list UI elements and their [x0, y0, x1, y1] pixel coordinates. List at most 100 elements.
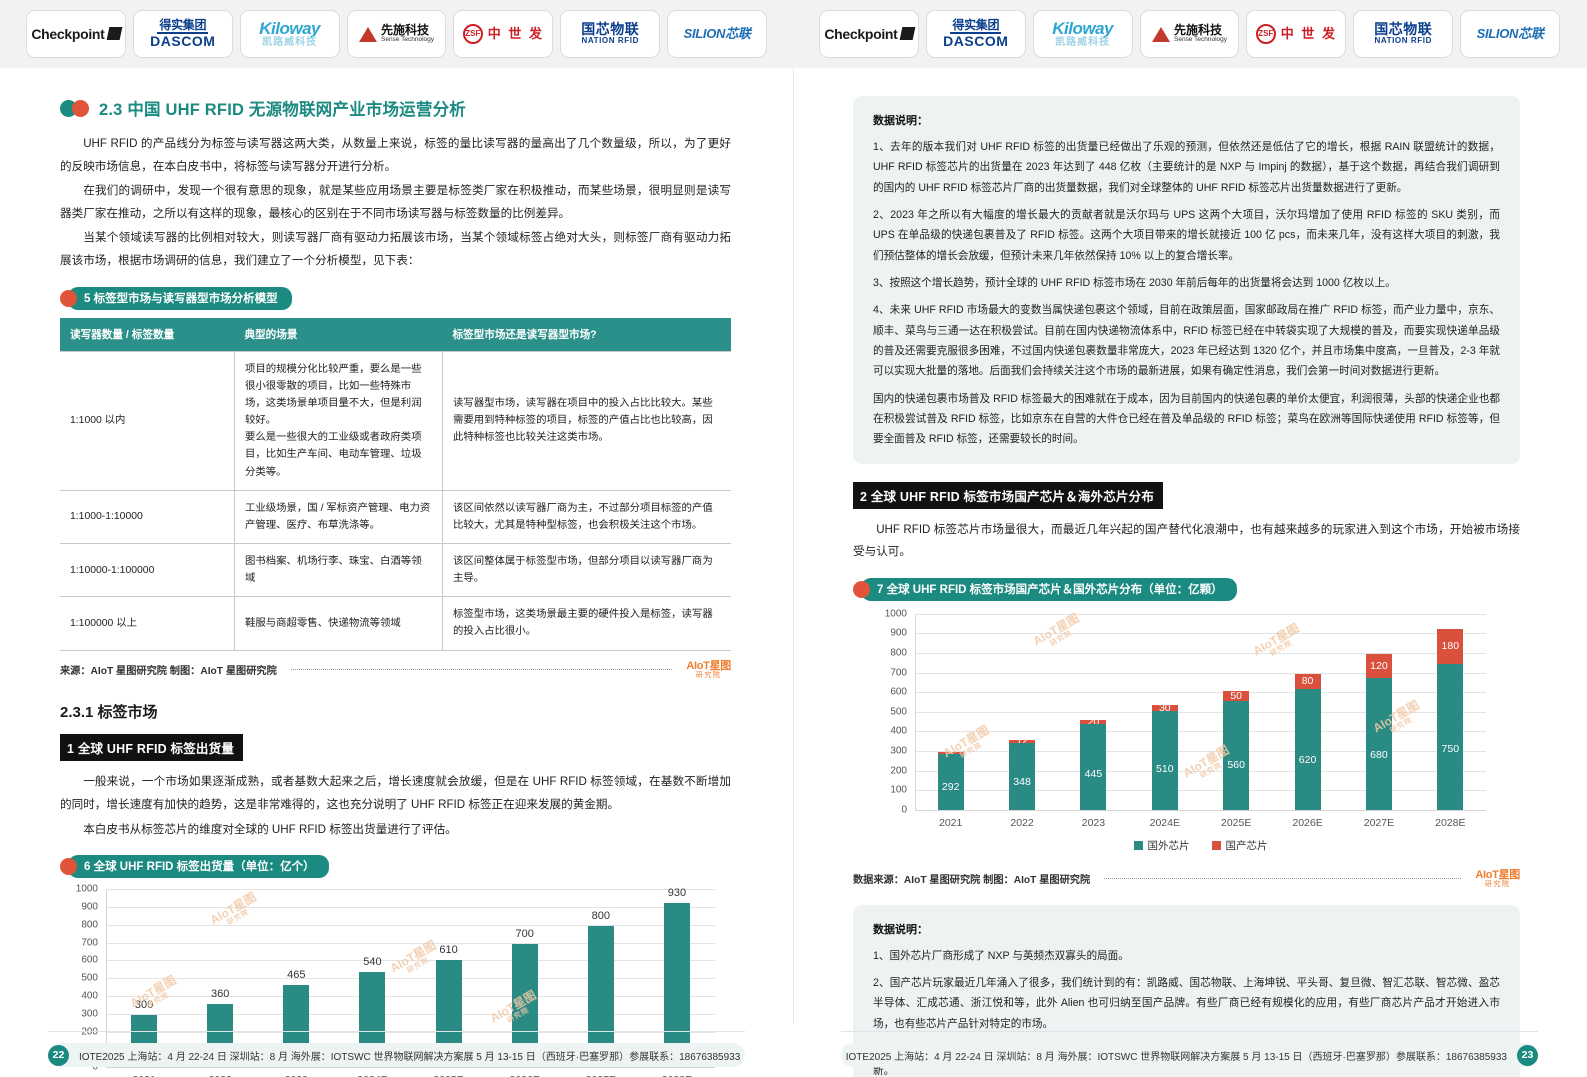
x-axis-line — [915, 809, 1486, 811]
bar-segment-foreign[interactable]: 680 — [1365, 677, 1392, 811]
y-axis-tick: 700 — [81, 937, 98, 949]
bar-segment-foreign[interactable]: 620 — [1294, 689, 1321, 811]
heading-dot-red-icon — [72, 99, 89, 117]
bars-area: 8292123482044530510 50 560 80 620 120 680 180 75… — [915, 615, 1486, 811]
legend-item[interactable]: 国外芯片 — [1133, 838, 1190, 853]
aiot-watermark-logo: AIoT星图 研究院 — [686, 660, 731, 680]
logo-silion-text: SILION芯联 — [683, 26, 751, 42]
bar-segment-domestic[interactable]: 50 — [1223, 690, 1250, 702]
footer-bar: 22 IOTE2025 上海站：4 月 22-24 日 深圳站：8 月 海外展：… — [48, 1043, 745, 1067]
aiot-logo-line2: 研究院 — [695, 671, 722, 679]
footer-text: IOTE2025 上海站：4 月 22-24 日 深圳站：8 月 海外展：IOT… — [845, 1051, 1507, 1063]
bar-segment-domestic[interactable]: 180 — [1437, 628, 1464, 664]
legend-item[interactable]: 国产芯片 — [1211, 838, 1268, 853]
legend-swatch-icon — [1211, 840, 1221, 850]
bar-segment-foreign[interactable]: 510 — [1151, 710, 1178, 811]
table-header-scene: 典型的场景 — [234, 317, 443, 352]
right-page-column: 数据说明： 1、去年的版本我们对 UHF RFID 标签的出货量已经做出了乐观的… — [793, 68, 1586, 1077]
bar-value-label: 540 — [363, 956, 382, 969]
paragraph: UHF RFID 标签芯片市场量很大，而最近几年兴起的国产替代化浪潮中，也有越来… — [853, 522, 1520, 559]
chart-7-container: 0 100 200 300 400 500 600 700 800 900 1000 82921234… — [853, 608, 1520, 853]
logo-nation-en: NATION RFID — [1374, 36, 1432, 46]
table-row: 1:1000-1:10000 工业级场景，国 / 军标资产管理、电力资产管理、医… — [60, 490, 731, 544]
logo-dascom-cn: 得实集团 — [950, 19, 1002, 35]
bar-value-label: 80 — [1301, 675, 1314, 688]
bar-value-label: 120 — [1370, 659, 1388, 672]
paragraph: 当某个领域读写器的比例相对较大，则读写器厂商有驱动力拓展该市场，当某个领域标签占… — [60, 231, 731, 267]
subsection-heading-2-3-1: 2.3.1 标签市场 — [60, 704, 158, 722]
sponsor-banner-right: Checkpoint 得实集团 DASCOM Kiloway 凯路威科技 先施科… — [793, 0, 1586, 68]
logo-zsf-cn: 中 世 发 — [1280, 26, 1337, 42]
bar-segment-domestic[interactable]: 120 — [1365, 654, 1392, 678]
logo-checkpoint: Checkpoint — [819, 10, 919, 58]
logo-dascom-cn: 得实集团 — [157, 19, 209, 35]
y-axis-tick: 400 — [81, 990, 98, 1002]
y-axis-tick: 100 — [890, 784, 907, 796]
bar-segment-domestic[interactable]: 80 — [1294, 673, 1321, 690]
logo-nation-rfid: 国芯物联 NATION RFID — [560, 10, 661, 58]
bar-value-label: 680 — [1370, 748, 1388, 761]
x-axis-tick: 2025E — [1221, 816, 1252, 829]
logo-kiloway-cn: 凯路威科技 — [262, 36, 318, 48]
bar-segment-foreign[interactable]: 292 — [937, 753, 964, 811]
logo-sense: 先施科技 Sense Technology — [346, 10, 447, 58]
x-axis-tick: 2027E — [1363, 816, 1395, 829]
page-number-left: 22 — [48, 1044, 69, 1066]
sponsor-banner-left: Checkpoint 得实集团 DASCOM Kiloway 凯路威科技 先施科… — [0, 0, 793, 68]
footer-rule — [841, 1031, 1538, 1032]
legend-label: 国产芯片 — [1225, 839, 1268, 852]
y-axis-tick: 600 — [81, 954, 98, 966]
cell-ratio: 1:100000 以上 — [60, 596, 235, 651]
source-dotted-rule — [290, 668, 673, 670]
note-paragraph: 国内的快递包裹市场普及 RFID 标签最大的困难就在于成本，因为目前国内的快递包… — [873, 392, 1500, 446]
logo-nation-rfid: 国芯物联 NATION RFID — [1353, 10, 1454, 58]
y-axis-tick: 400 — [890, 725, 907, 737]
y-axis-tick: 1000 — [884, 608, 907, 620]
bar-value-label: 700 — [515, 927, 534, 940]
logo-sense: 先施科技 Sense Technology — [1139, 10, 1240, 58]
aiot-logo-line1: AIoT星图 — [686, 659, 731, 672]
table-header-row: 读写器数量 / 标签数量 典型的场景 标签型市场还是读写器型市场? — [60, 317, 731, 352]
paragraph: 在我们的调研中，发现一个很有意思的现象，就是某些应用场景主要是标签类厂家在积极推… — [60, 184, 731, 220]
logo-sense-en: Sense Technology — [381, 35, 435, 43]
section-heading-text: 2.3 中国 UHF RFID 无源物联网产业市场运营分析 — [99, 101, 466, 119]
note-box-1: 数据说明： 1、去年的版本我们对 UHF RFID 标签的出货量已经做出了乐观的… — [853, 96, 1520, 464]
sponsor-banner: Checkpoint 得实集团 DASCOM Kiloway 凯路威科技 先施科… — [0, 0, 1587, 68]
bar-value-label: 930 — [667, 886, 687, 899]
bar-segment-foreign[interactable]: 348 — [1009, 742, 1036, 811]
cell-scene: 工业级场景，国 / 军标资产管理、电力资产管理、医疗、布草洗涤等。 — [234, 490, 443, 544]
table-source-line: 来源：AIoT 星图研究院 制图：AIoT 星图研究院 AIoT星图 研究院 — [60, 660, 731, 680]
bar-group: 120 680 — [1343, 615, 1414, 811]
table-header-type: 标签型市场还是读写器型市场? — [442, 317, 731, 352]
x-axis-tick: 2028E — [1435, 816, 1466, 829]
logo-silion-text: SILION芯联 — [1476, 26, 1544, 42]
footer-right: IOTE2025 上海站：4 月 22-24 日 深圳站：8 月 海外展：IOT… — [793, 1023, 1586, 1077]
source-dotted-rule — [1104, 878, 1462, 880]
logo-kiloway: Kiloway 凯路威科技 — [1032, 10, 1133, 58]
chart-source-text: 数据来源：AIoT 星图研究院 制图：AIoT 星图研究院 — [853, 875, 1091, 887]
logo-sense-cn: 先施科技 — [381, 23, 430, 38]
y-axis-tick: 0 — [901, 804, 907, 816]
caption-dot-icon — [60, 289, 77, 307]
bar-segment-foreign[interactable]: 560 — [1223, 701, 1250, 811]
bar-value-label: 465 — [287, 969, 306, 982]
logo-dascom-en: DASCOM — [943, 33, 1009, 50]
y-axis-tick: 500 — [890, 706, 907, 718]
x-axis-tick: 2026E — [1292, 816, 1323, 829]
bar-segment-foreign[interactable]: 750 — [1437, 663, 1464, 811]
logo-checkpoint-text: Checkpoint — [824, 25, 898, 42]
checkpoint-mark-icon — [899, 26, 915, 40]
note-paragraph: 3、按照这个增长趋势，预计全球的 UHF RFID 标签市场在 2030 年前后… — [873, 276, 1396, 289]
section-heading-2-3: 2.3 中国 UHF RFID 无源物联网产业市场运营分析 — [60, 96, 731, 120]
logo-checkpoint-text: Checkpoint — [31, 25, 105, 42]
logo-zsf: ZSF 中 世 发 — [453, 10, 554, 58]
bar-group: 50 560 — [1201, 615, 1272, 811]
note-paragraph: 2、2023 年之所以有大幅度的增长最大的贡献者就是沃尔玛与 UPS 这两个大项… — [873, 208, 1500, 262]
y-axis-tick: 700 — [890, 667, 907, 679]
bar-segment-foreign[interactable]: 445 — [1080, 723, 1107, 811]
logo-nation-en: NATION RFID — [581, 36, 639, 46]
logo-zsf-cn: 中 世 发 — [487, 26, 544, 42]
note-heading: 数据说明： — [873, 115, 928, 127]
logo-checkpoint: Checkpoint — [26, 10, 126, 58]
logo-dascom: 得实集团 DASCOM — [925, 10, 1026, 58]
